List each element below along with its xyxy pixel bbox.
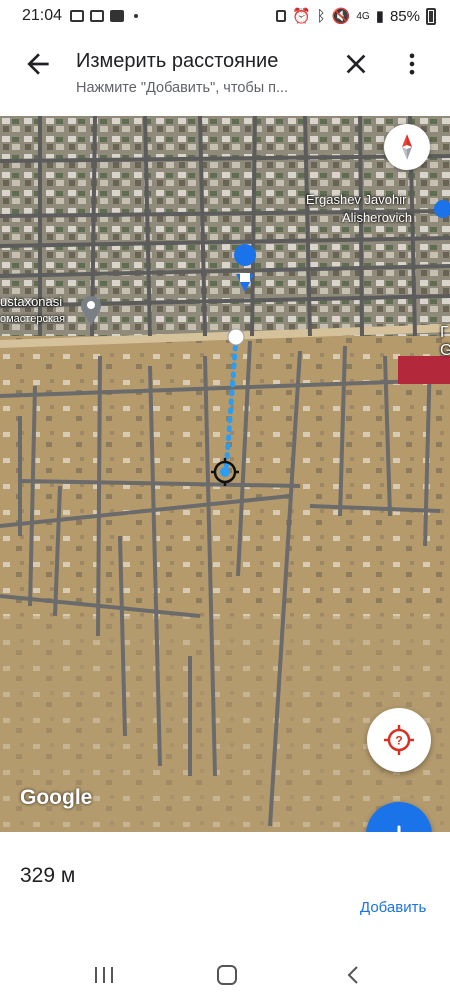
close-icon bbox=[346, 54, 366, 74]
status-time: 21:04 bbox=[22, 7, 63, 24]
home-button[interactable] bbox=[213, 964, 241, 986]
edge-label-2: G bbox=[440, 342, 450, 359]
signal-icon: ▮ bbox=[375, 8, 384, 25]
edge-label-1: Г bbox=[440, 324, 449, 341]
add-point-button[interactable]: Добавить bbox=[360, 899, 426, 916]
plus-icon bbox=[397, 825, 401, 832]
compass-button[interactable] bbox=[384, 124, 430, 170]
chevron-left-icon bbox=[347, 966, 358, 984]
place-label-right-1[interactable]: Ergashev Javohir bbox=[306, 192, 406, 207]
system-icons: ⏰ ᛒ 🔇 4G ▮ 85% bbox=[275, 7, 436, 25]
compass-icon bbox=[402, 134, 412, 160]
place-label-left-2[interactable]: омастерская bbox=[0, 313, 65, 325]
back-button[interactable] bbox=[22, 48, 54, 80]
bluetooth-icon: ᛒ bbox=[316, 7, 326, 25]
more-vert-icon bbox=[409, 53, 415, 75]
mute-icon: 🔇 bbox=[331, 8, 351, 25]
battery-saver-icon bbox=[275, 10, 286, 22]
close-button[interactable] bbox=[340, 48, 372, 80]
notification-icons bbox=[70, 10, 139, 22]
page-subtitle: Нажмите "Добавить", чтобы п... bbox=[76, 80, 289, 96]
recent-apps-icon bbox=[95, 967, 113, 983]
add-point-fab[interactable] bbox=[366, 802, 432, 832]
recent-apps-button[interactable] bbox=[90, 964, 118, 986]
svg-text:?: ? bbox=[395, 734, 402, 748]
system-nav-bar bbox=[0, 942, 450, 1003]
network-type: 4G bbox=[356, 10, 370, 22]
place-label-left-1[interactable]: ustaxonasi bbox=[0, 294, 62, 309]
satellite-map[interactable]: Ergashev Javohir Alisherovich ustaxonasi… bbox=[0, 116, 450, 832]
measure-header: Измерить расстояние Нажмите "Добавить", … bbox=[0, 32, 450, 116]
system-back-button[interactable] bbox=[340, 964, 368, 986]
gallery-notification-icon bbox=[70, 10, 85, 22]
my-location-button[interactable]: ? bbox=[367, 708, 431, 772]
alarm-icon: ⏰ bbox=[291, 8, 311, 25]
battery-icon bbox=[426, 7, 436, 25]
home-icon bbox=[217, 965, 237, 985]
more-options-button[interactable] bbox=[398, 48, 426, 80]
google-logo: Google bbox=[20, 786, 93, 809]
location-unknown-icon: ? bbox=[384, 725, 414, 755]
place-label-right-2[interactable]: Alisherovich bbox=[342, 210, 412, 225]
page-title: Измерить расстояние bbox=[76, 50, 279, 72]
shopping-bag-notification-icon bbox=[90, 10, 105, 22]
more-notifications-dot-icon bbox=[134, 14, 139, 18]
youtube-notification-icon bbox=[110, 10, 125, 22]
measurement-panel: 329 м Добавить bbox=[0, 832, 450, 942]
total-distance: 329 м bbox=[20, 864, 76, 887]
battery-percent: 85% bbox=[389, 7, 420, 25]
status-bar: 21:04 ⏰ ᛒ 🔇 4G ▮ 85% bbox=[0, 0, 450, 32]
arrow-back-icon bbox=[27, 53, 49, 75]
